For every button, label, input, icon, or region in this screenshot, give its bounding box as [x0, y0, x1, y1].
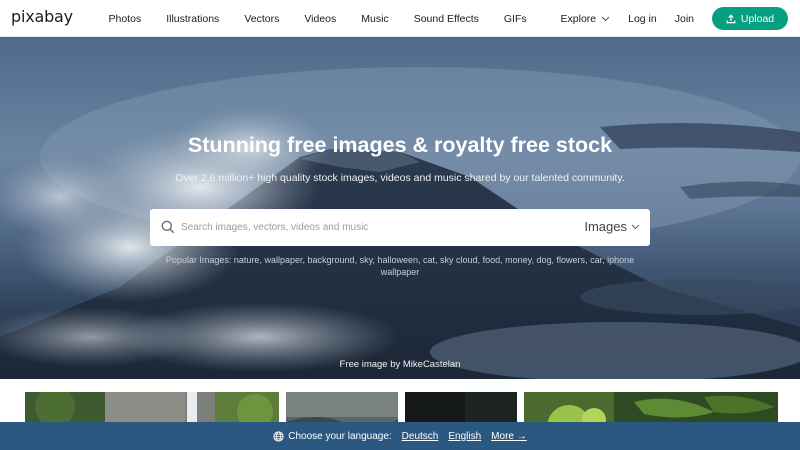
popular-label: Popular Images: — [165, 255, 232, 265]
chevron-down-icon — [601, 16, 610, 21]
pixabay-logo[interactable]: pixabay — [11, 7, 73, 26]
image-credit[interactable]: Free image by MikeCastelan — [0, 359, 800, 370]
join-link[interactable]: Join — [675, 13, 694, 25]
hero-banner: Stunning free images & royalty free stoc… — [0, 37, 800, 379]
popular-tag[interactable]: sky — [360, 255, 373, 265]
popular-tag[interactable]: dog — [536, 255, 551, 265]
explore-menu[interactable]: Explore — [561, 13, 611, 25]
globe-icon — [273, 430, 284, 442]
popular-tag[interactable]: car — [590, 255, 602, 265]
volcano-background-image — [0, 67, 800, 379]
popular-tag[interactable]: flowers — [557, 255, 586, 265]
search-input[interactable] — [181, 218, 561, 237]
media-type-select[interactable]: Images — [584, 219, 640, 234]
popular-tag[interactable]: nature — [234, 255, 260, 265]
nav-vectors[interactable]: Vectors — [244, 13, 279, 25]
nav-sound-effects[interactable]: Sound Effects — [414, 13, 479, 25]
account-nav: Explore Log in Join Upload — [561, 0, 788, 37]
popular-tag[interactable]: cat — [423, 255, 435, 265]
explore-label: Explore — [560, 12, 597, 25]
popular-tag[interactable]: iphone — [607, 255, 634, 265]
chevron-down-icon — [631, 224, 640, 229]
top-header: pixabay Photos Illustrations Vectors Vid… — [0, 0, 800, 37]
language-deutsch[interactable]: Deutsch — [402, 431, 439, 442]
upload-button[interactable]: Upload — [712, 7, 788, 30]
login-link[interactable]: Log in — [628, 13, 657, 25]
popular-tag[interactable]: wallpaper — [264, 255, 302, 265]
nav-videos[interactable]: Videos — [304, 13, 336, 25]
nav-music[interactable]: Music — [361, 13, 388, 25]
hero-subtitle: Over 2.6 million+ high quality stock ima… — [175, 172, 625, 184]
media-type-value: Images — [584, 219, 627, 234]
popular-tag[interactable]: money — [505, 255, 531, 265]
hero-title: Stunning free images & royalty free stoc… — [187, 133, 613, 157]
popular-tag[interactable]: wallpaper — [381, 267, 420, 277]
more-languages-link[interactable]: More → — [491, 431, 527, 442]
popular-tag[interactable]: food — [483, 255, 501, 265]
popular-searches: Popular Images: nature, wallpaper, backg… — [165, 255, 635, 277]
upload-icon — [726, 14, 736, 23]
popular-tag[interactable]: sky cloud — [440, 255, 478, 265]
search-icon[interactable] — [161, 220, 175, 234]
nav-photos[interactable]: Photos — [109, 13, 142, 25]
search-bar: Images — [150, 209, 650, 246]
popular-tag[interactable]: background — [308, 255, 355, 265]
popular-tag[interactable]: halloween — [377, 255, 418, 265]
main-nav: Photos Illustrations Vectors Videos Musi… — [96, 0, 539, 37]
choose-language-label: Choose your language: — [288, 430, 392, 442]
language-bar: Choose your language: Deutsch English Mo… — [0, 422, 800, 450]
nav-illustrations[interactable]: Illustrations — [166, 13, 219, 25]
nav-gifs[interactable]: GIFs — [504, 13, 527, 25]
language-english[interactable]: English — [448, 431, 481, 442]
upload-label: Upload — [740, 12, 775, 25]
